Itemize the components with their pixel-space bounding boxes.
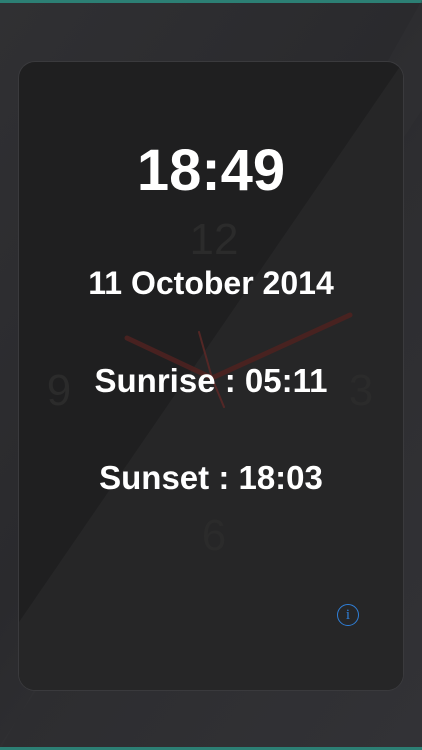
- sunset-time: Sunset : 18:03: [99, 459, 323, 496]
- sunrise-time: Sunrise : 05:11: [94, 362, 328, 399]
- top-accent-bar: [0, 0, 422, 3]
- current-time: 18:49: [136, 138, 286, 203]
- info-icon-glyph: i: [345, 607, 351, 623]
- info-icon[interactable]: i: [337, 604, 359, 626]
- current-date: 11 October 2014: [88, 265, 334, 301]
- clock-card: 12 3 6 9 18:49 11 October 2014 Sunrise :…: [19, 62, 403, 690]
- app-screen: 12 3 6 9 18:49 11 October 2014 Sunrise :…: [0, 0, 422, 750]
